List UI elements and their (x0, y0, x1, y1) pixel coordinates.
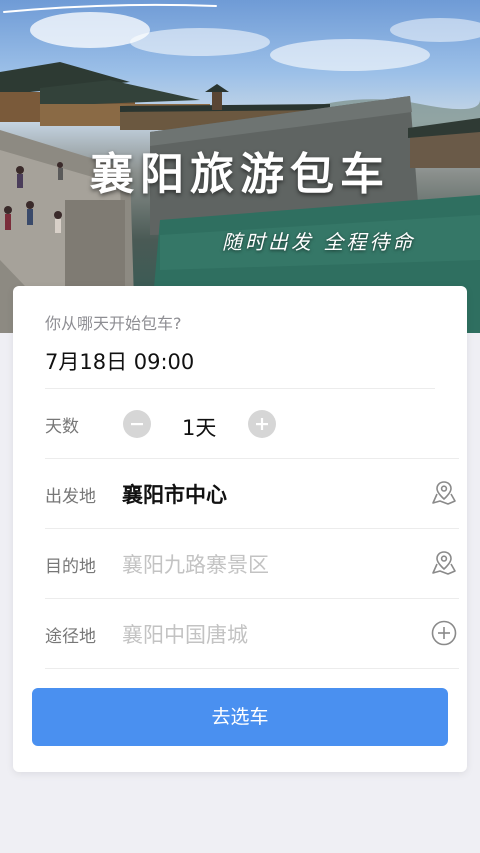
destination-row[interactable]: 目的地 襄阳九路寨景区 (45, 528, 459, 599)
waypoint-label: 途径地 (45, 627, 96, 647)
departure-label: 出发地 (45, 487, 96, 507)
departure-value[interactable]: 襄阳市中心 (122, 479, 227, 509)
map-pin-icon[interactable] (429, 548, 459, 578)
booking-card: 你从哪天开始包车? 7月18日 09:00 天数 1天 出发地 襄阳市中心 目的… (13, 286, 467, 772)
minus-circle-icon[interactable] (123, 410, 151, 438)
destination-input[interactable]: 襄阳九路寨景区 (122, 549, 269, 579)
waypoint-row[interactable]: 途径地 襄阳中国唐城 (45, 598, 459, 669)
hero-slogan: 随时出发 全程待命 (222, 230, 416, 254)
date-prompt: 你从哪天开始包车? (45, 314, 182, 333)
days-row: 天数 1天 (45, 388, 459, 459)
days-label: 天数 (45, 417, 79, 437)
departure-row[interactable]: 出发地 襄阳市中心 (45, 458, 459, 529)
date-value[interactable]: 7月18日 09:00 (45, 346, 194, 376)
plus-circle-icon[interactable] (248, 410, 276, 438)
plus-circle-icon[interactable] (429, 618, 459, 648)
slogan-underline (3, 3, 217, 13)
hero-title: 襄阳旅游包车 (90, 149, 390, 200)
start-date-picker[interactable]: 你从哪天开始包车? 7月18日 09:00 (45, 286, 435, 389)
map-pin-icon[interactable] (429, 478, 459, 508)
hero-banner: 襄阳旅游包车 随时出发 全程待命 (0, 0, 480, 333)
waypoint-input[interactable]: 襄阳中国唐城 (122, 619, 248, 649)
destination-label: 目的地 (45, 557, 96, 577)
choose-car-button[interactable]: 去选车 (32, 688, 448, 746)
days-value: 1天 (182, 416, 217, 440)
